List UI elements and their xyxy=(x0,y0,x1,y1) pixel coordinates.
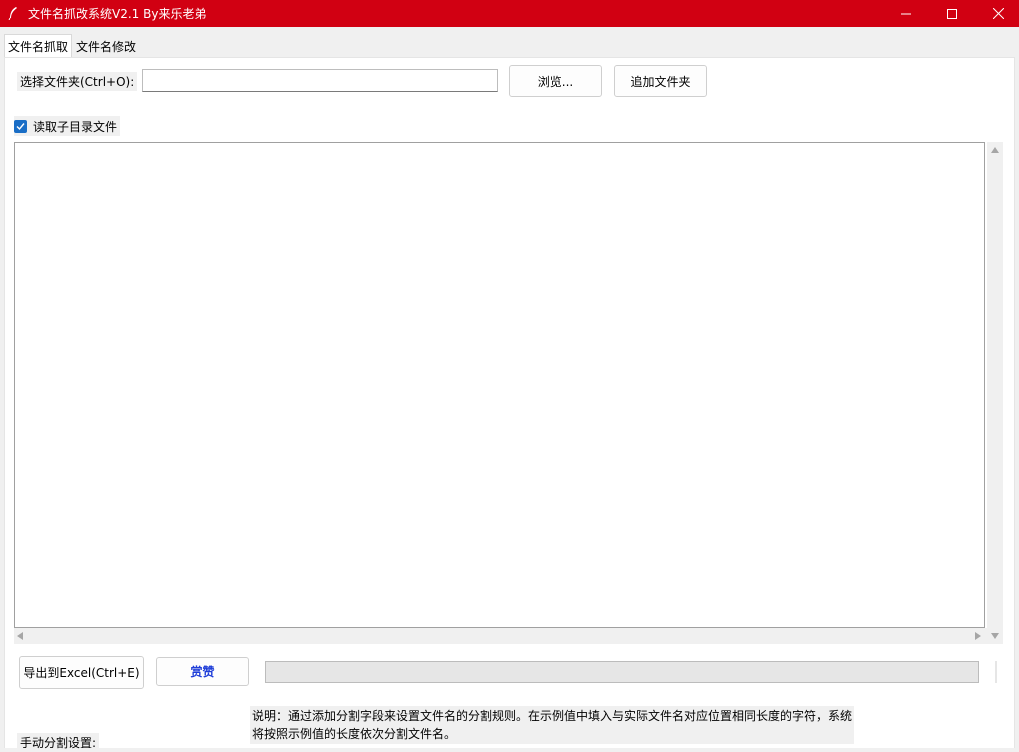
read-subdir-checkbox[interactable]: 读取子目录文件 xyxy=(14,116,121,136)
export-excel-button[interactable]: 导出到Excel(Ctrl+E) xyxy=(19,656,144,689)
add-folder-button[interactable]: 追加文件夹 xyxy=(614,65,707,97)
feather-pen-icon xyxy=(8,7,17,20)
tab-bar: 文件名抓取 文件名修改 xyxy=(0,27,1019,59)
window-title: 文件名抓改系统V2.1 By来乐老弟 xyxy=(28,7,207,21)
manual-split-label: 手动分割设置: xyxy=(17,733,100,752)
checkbox-checked-icon xyxy=(14,119,27,133)
title-bar[interactable]: 文件名抓改系统V2.1 By来乐老弟 xyxy=(0,0,1019,27)
folder-select-label: 选择文件夹(Ctrl+O): xyxy=(17,72,138,91)
progress-bar xyxy=(265,661,979,683)
maximize-icon xyxy=(947,8,957,19)
read-subdir-label: 读取子目录文件 xyxy=(33,119,118,134)
scroll-down-arrow-icon[interactable] xyxy=(991,633,999,639)
scroll-left-arrow-icon[interactable] xyxy=(17,632,23,640)
tab-filename-modify[interactable]: 文件名修改 xyxy=(73,35,139,57)
close-icon xyxy=(992,8,1004,19)
folder-path-input[interactable] xyxy=(142,69,498,92)
tab-filename-grab[interactable]: 文件名抓取 xyxy=(4,34,73,59)
vertical-scrollbar[interactable] xyxy=(987,142,1003,644)
progress-end-stub xyxy=(995,661,997,683)
praise-button[interactable]: 赏赞 xyxy=(156,657,249,686)
scroll-up-arrow-icon[interactable] xyxy=(991,147,999,153)
manual-split-description: 说明：通过添加分割字段来设置文件名的分割规则。在示例值中填入与实际文件名对应位置… xyxy=(250,706,854,744)
file-list[interactable] xyxy=(14,142,985,628)
horizontal-scrollbar[interactable] xyxy=(14,628,987,644)
close-button[interactable] xyxy=(975,0,1019,27)
minimize-icon xyxy=(901,13,911,14)
minimize-button[interactable] xyxy=(883,0,929,27)
browse-button[interactable]: 浏览... xyxy=(509,65,602,97)
maximize-button[interactable] xyxy=(929,0,975,27)
scroll-right-arrow-icon[interactable] xyxy=(975,632,981,640)
